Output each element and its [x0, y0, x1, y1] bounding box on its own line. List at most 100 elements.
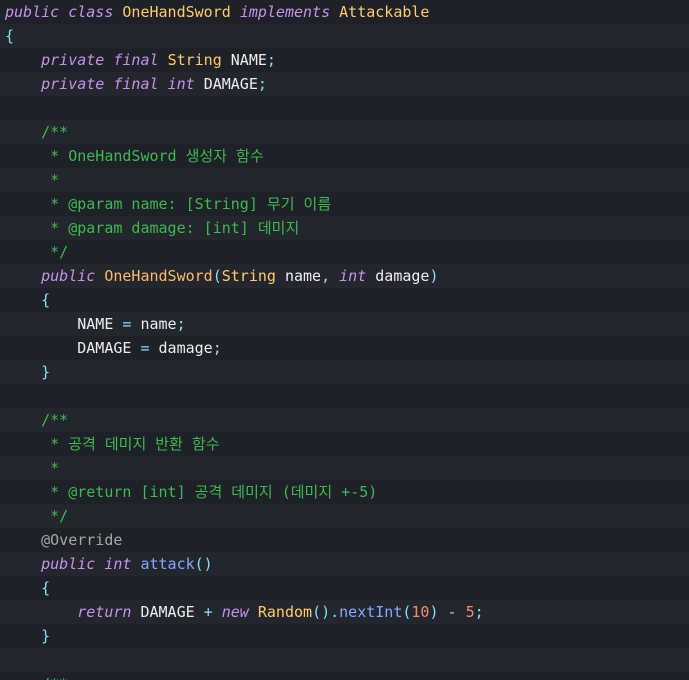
code-line[interactable]: public int attack()	[0, 552, 689, 576]
code-line[interactable]: return DAMAGE + new Random().nextInt(10)…	[0, 600, 689, 624]
code-token: }	[41, 627, 51, 645]
code-token: name	[140, 315, 177, 333]
code-line[interactable]: */	[0, 504, 689, 528]
code-token: @Override	[41, 531, 123, 549]
code-token: public	[5, 3, 60, 21]
code-token: 10	[411, 603, 430, 621]
code-line[interactable]	[0, 648, 689, 672]
code-line[interactable]: @Override	[0, 528, 689, 552]
code-token: 5	[465, 603, 475, 621]
code-token: ;	[176, 315, 186, 333]
code-token: ;	[474, 603, 484, 621]
code-line[interactable]: * OneHandSword 생성자 함수	[0, 144, 689, 168]
code-token: -	[447, 603, 457, 621]
code-line[interactable]: /**	[0, 408, 689, 432]
code-token: NAME	[77, 315, 114, 333]
code-token: ;	[257, 75, 267, 93]
code-token: nextInt	[339, 603, 403, 621]
code-token: ,	[321, 267, 331, 285]
code-token: damage	[158, 339, 213, 357]
code-line[interactable]: {	[0, 24, 689, 48]
code-token: {	[41, 291, 51, 309]
code-token: /**	[5, 123, 69, 141]
code-token: ().	[312, 603, 340, 621]
code-token: * OneHandSword 생성자 함수	[5, 147, 264, 165]
code-token: {	[41, 579, 51, 597]
code-token: *	[5, 459, 60, 477]
code-line[interactable]: * @param damage: [int] 데미지	[0, 216, 689, 240]
code-line[interactable]: }	[0, 624, 689, 648]
code-line[interactable]: * @param name: [String] 무기 이름	[0, 192, 689, 216]
code-token: *	[5, 171, 60, 189]
code-line[interactable]: * 공격 데미지 반환 함수	[0, 432, 689, 456]
code-token: /**	[5, 411, 69, 429]
code-line[interactable]: DAMAGE = damage;	[0, 336, 689, 360]
code-line[interactable]: */	[0, 240, 689, 264]
code-token: Attackable	[339, 3, 430, 21]
code-token: final	[113, 75, 159, 93]
code-line[interactable]: {	[0, 576, 689, 600]
code-token: NAME	[230, 51, 267, 69]
code-token: OneHandSword	[122, 3, 231, 21]
code-token: name	[284, 267, 322, 285]
code-line[interactable]: /**	[0, 672, 689, 680]
code-token: String	[221, 267, 276, 285]
code-token: * @return [int] 공격 데미지 (데미지 +-5)	[5, 483, 378, 501]
code-token: new	[221, 603, 249, 621]
code-line[interactable]	[0, 384, 689, 408]
code-token: public	[41, 555, 96, 573]
code-line[interactable]: {	[0, 288, 689, 312]
code-line[interactable]: NAME = name;	[0, 312, 689, 336]
code-token: private	[41, 51, 105, 69]
code-line[interactable]: private final String NAME;	[0, 48, 689, 72]
code-line[interactable]: /**	[0, 120, 689, 144]
code-line[interactable]	[0, 96, 689, 120]
code-line[interactable]: public OneHandSword(String name, int dam…	[0, 264, 689, 288]
code-token: return	[77, 603, 132, 621]
code-token: )	[429, 267, 439, 285]
code-line[interactable]: *	[0, 456, 689, 480]
code-line[interactable]: }	[0, 360, 689, 384]
code-token: int	[339, 267, 367, 285]
code-token: * @param damage: [int] 데미지	[5, 219, 300, 237]
code-token: {	[5, 27, 15, 45]
code-line[interactable]: private final int DAMAGE;	[0, 72, 689, 96]
code-line[interactable]: * @return [int] 공격 데미지 (데미지 +-5)	[0, 480, 689, 504]
code-line[interactable]: *	[0, 168, 689, 192]
code-token: ()	[194, 555, 213, 573]
code-token: )	[429, 603, 439, 621]
code-line[interactable]: public class OneHandSword implements Att…	[0, 0, 689, 24]
code-token: DAMAGE	[140, 603, 195, 621]
code-editor[interactable]: public class OneHandSword implements Att…	[0, 0, 689, 680]
code-token: implements	[239, 3, 331, 21]
code-token: ;	[266, 51, 276, 69]
code-token: * 공격 데미지 반환 함수	[5, 435, 220, 453]
code-token: int	[167, 75, 195, 93]
code-token: * @param name: [String] 무기 이름	[5, 195, 332, 213]
